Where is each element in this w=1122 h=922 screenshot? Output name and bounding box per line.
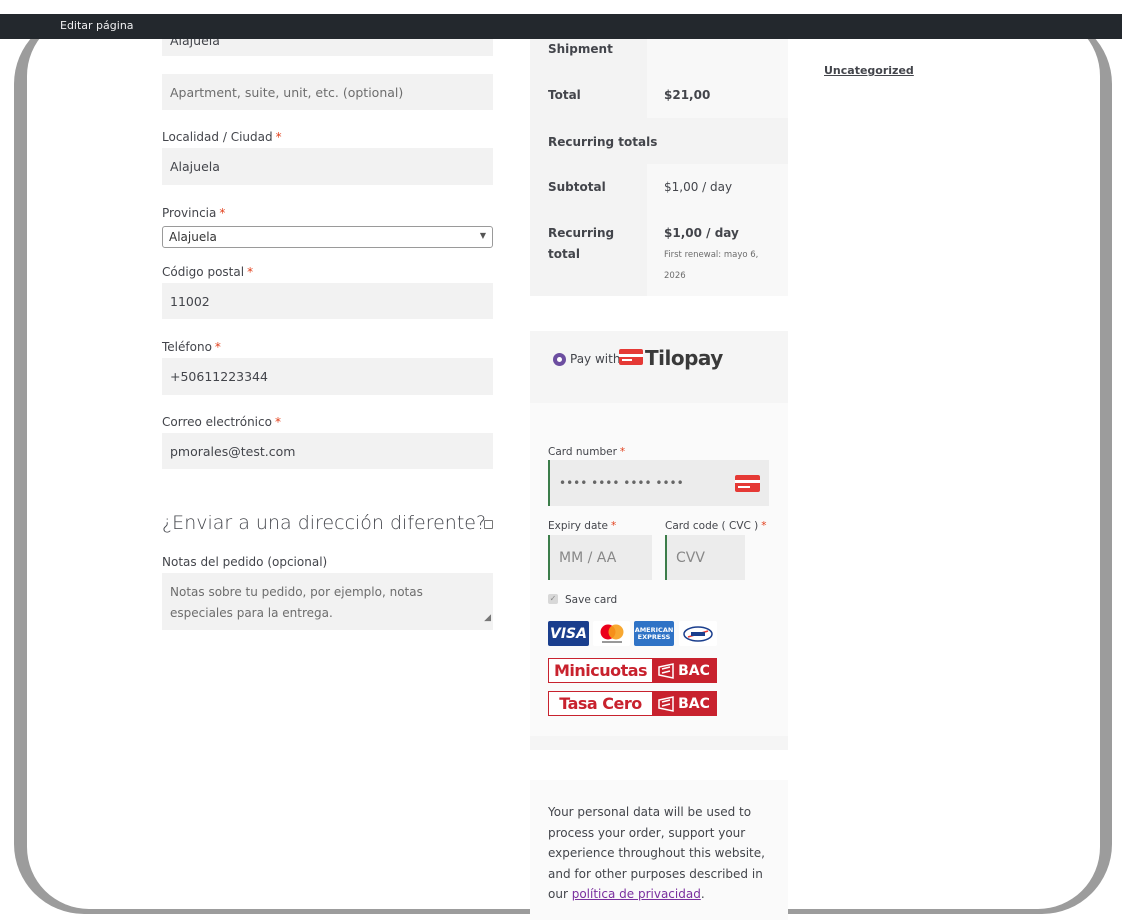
save-card-checkbox[interactable]: ✓ <box>548 594 558 604</box>
privacy-policy-link[interactable]: política de privacidad <box>572 887 701 901</box>
postcode-label: Código postal * <box>162 265 254 279</box>
email-field[interactable]: pmorales@test.com <box>162 433 493 469</box>
shipment-label: Shipment <box>548 42 613 56</box>
card-number-placeholder: •••• •••• •••• •••• <box>559 476 684 490</box>
recurring-total-label-1: Recurring <box>548 226 615 240</box>
page: Editar página Alajuela Apartment, suite,… <box>0 0 1122 922</box>
address2-field[interactable]: Apartment, suite, unit, etc. (optional) <box>162 74 493 110</box>
bac-emblem-icon <box>658 662 674 679</box>
mastercard-logo <box>593 621 630 646</box>
expiry-label: Expiry date * <box>548 520 617 532</box>
city-field[interactable]: Alajuela <box>162 148 493 185</box>
first-renewal-line2: 2026 <box>664 271 686 281</box>
tilopay-card-icon <box>619 349 643 365</box>
recurring-total-label-2: total <box>548 247 580 261</box>
tasa-cero-label: Tasa Cero <box>559 694 642 713</box>
subtotal-label: Subtotal <box>548 180 606 194</box>
tilopay-logo: Tilopay <box>645 346 723 370</box>
network-card-logo <box>679 621 717 646</box>
payment-radio[interactable] <box>553 353 566 366</box>
tasa-cero-bac-banner: Tasa Cero BAC <box>548 691 717 716</box>
first-renewal-line1: First renewal: mayo 6, <box>664 250 759 260</box>
province-select[interactable]: Alajuela ▼ <box>162 226 493 248</box>
pay-with-label: Pay with <box>570 352 621 366</box>
notes-textarea[interactable]: Notas sobre tu pedido, por ejemplo, nota… <box>162 573 493 630</box>
minicuotas-bac-banner: Minicuotas BAC <box>548 658 717 683</box>
notes-placeholder: Notas sobre tu pedido, por ejemplo, nota… <box>170 585 423 620</box>
privacy-text: Your personal data will be used to proce… <box>548 805 765 901</box>
chevron-down-icon: ▼ <box>479 231 486 240</box>
ship-different-checkbox[interactable] <box>484 520 493 529</box>
cvc-label: Card code ( CVC ) * <box>665 520 767 532</box>
notes-label: Notas del pedido (opcional) <box>162 555 328 569</box>
bac-logo: BAC <box>652 659 716 682</box>
credit-card-icon <box>735 475 760 492</box>
bac-logo: BAC <box>652 692 716 715</box>
ship-different-heading: ¿Enviar a una dirección diferente? <box>162 512 487 534</box>
email-label: Correo electrónico * <box>162 415 281 429</box>
province-label: Provincia * <box>162 206 226 220</box>
postcode-field[interactable]: 11002 <box>162 283 493 319</box>
resize-handle-icon[interactable]: ◢ <box>484 608 491 629</box>
recurring-total-value: $1,00 / day <box>664 226 739 240</box>
card-number-input[interactable]: •••• •••• •••• •••• <box>548 460 769 506</box>
phone-label: Teléfono * <box>162 340 221 354</box>
edit-page-link[interactable]: Editar página <box>60 19 134 32</box>
bac-emblem-icon <box>658 695 674 712</box>
recurring-totals-label: Recurring totals <box>548 135 658 149</box>
total-value: $21,00 <box>664 88 711 102</box>
expiry-input[interactable]: MM / AA <box>548 535 652 580</box>
category-link-uncategorized[interactable]: Uncategorized <box>824 64 914 77</box>
card-number-label: Card number * <box>548 446 626 458</box>
amex-logo: AMERICAN EXPRESS <box>634 621 674 646</box>
phone-field[interactable]: +50611223344 <box>162 358 493 395</box>
save-card-label: Save card <box>565 594 618 606</box>
subtotal-value: $1,00 / day <box>664 180 733 194</box>
admin-bar: Editar página <box>0 14 1122 39</box>
province-value: Alajuela <box>169 230 217 244</box>
visa-logo: VISA <box>548 621 589 646</box>
total-label: Total <box>548 88 581 102</box>
cvc-input[interactable]: CVV <box>665 535 745 580</box>
city-label: Localidad / Ciudad * <box>162 130 282 144</box>
minicuotas-label: Minicuotas <box>553 661 648 680</box>
